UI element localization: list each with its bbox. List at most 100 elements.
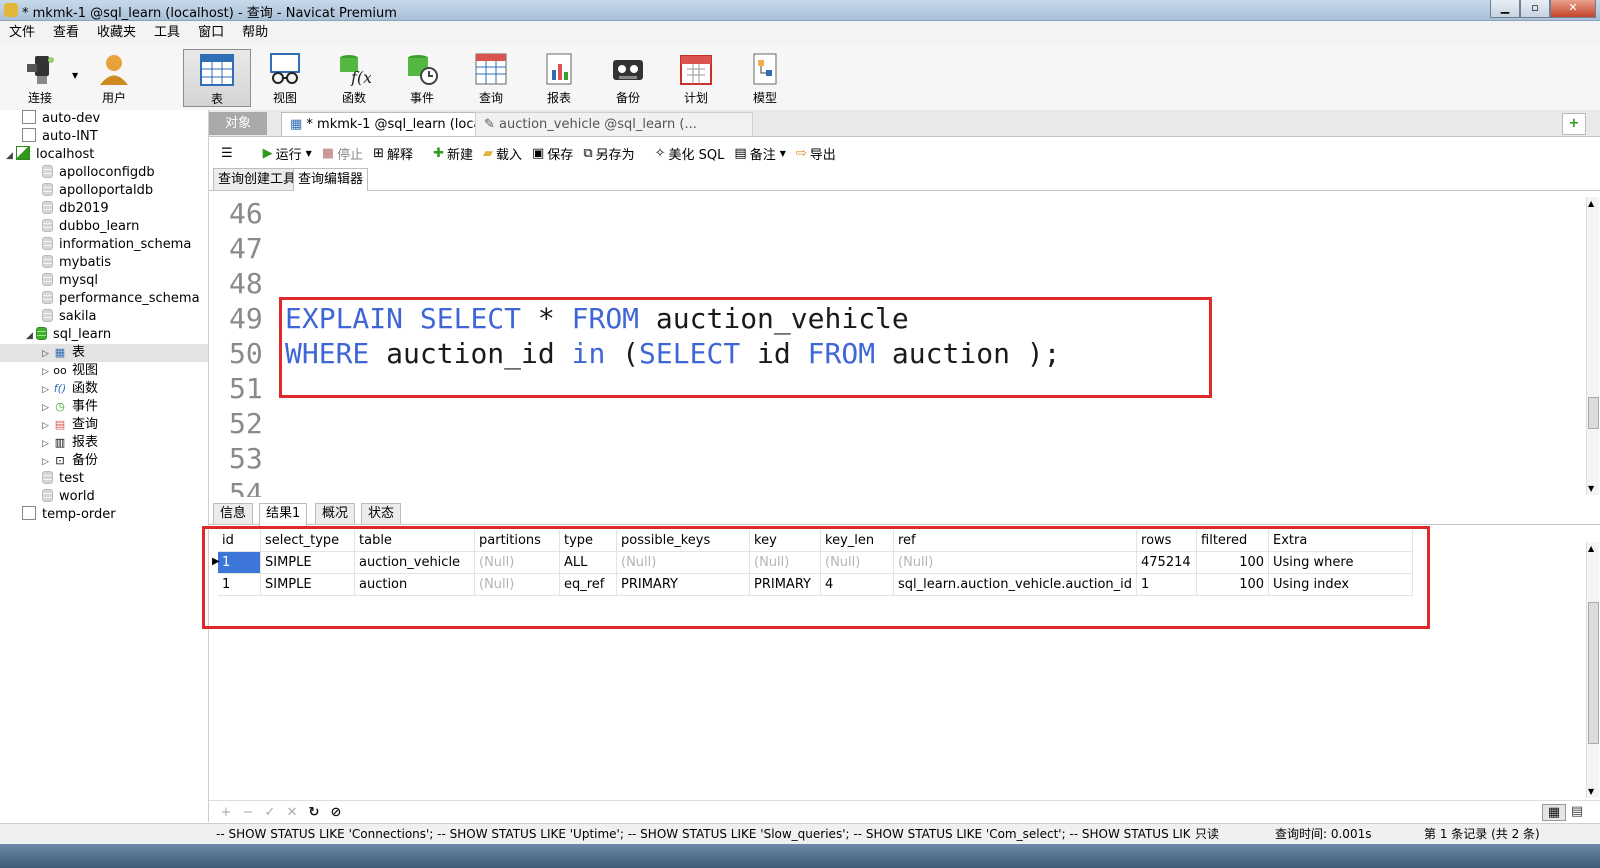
tab-result-1[interactable]: 结果1 — [259, 503, 308, 526]
tree-connection-temp-order[interactable]: temp-order — [22, 506, 116, 524]
grid-cell[interactable]: ALL — [559, 551, 617, 574]
new-tab-add-icon[interactable]: + — [1562, 113, 1586, 135]
tree-db-apolloportaldb[interactable]: apolloportaldb — [42, 182, 153, 200]
beautify-sql-button[interactable]: ✧ 美化 SQL — [655, 144, 725, 163]
tree-db-information-schema[interactable]: information_schema — [42, 236, 191, 254]
grid-cell[interactable]: auction_vehicle — [354, 551, 475, 574]
menu-tools[interactable]: 工具 — [145, 21, 189, 45]
grid-cell[interactable]: SIMPLE — [260, 551, 355, 574]
minimize-button[interactable]: ▁ — [1490, 0, 1520, 18]
editor-vertical-scrollbar[interactable]: ▲ ▼ — [1586, 197, 1599, 495]
grid-cell[interactable]: 100 — [1196, 573, 1270, 596]
toolbar-report-button[interactable]: 报表 — [527, 49, 591, 107]
save-button[interactable]: ▣ 保存 — [532, 144, 573, 163]
tab-status[interactable]: 状态 — [361, 503, 402, 524]
grid-cell[interactable]: 100 — [1196, 551, 1270, 574]
comment-dropdown-icon[interactable]: ▼ — [780, 149, 786, 158]
tree-db-db2019[interactable]: db2019 — [42, 200, 109, 218]
export-button[interactable]: ⇨ 导出 — [796, 144, 836, 163]
delete-record-icon[interactable]: − — [237, 805, 259, 820]
expand-arrow-icon[interactable]: ▷ — [42, 381, 52, 399]
table-row[interactable]: 1 SIMPLE auction (Null) eq_ref PRIMARY P… — [218, 573, 1414, 596]
tree-item-events[interactable]: ▷ ◷ 事件 — [42, 398, 98, 416]
toolbar-function-button[interactable]: f(x) 函数 — [322, 49, 386, 107]
tab-info[interactable]: 信息 — [213, 503, 254, 524]
save-as-button[interactable]: ⧉ 另存为 — [583, 144, 634, 163]
maximize-button[interactable]: ▫ — [1520, 0, 1550, 18]
grid-cell[interactable]: PRIMARY — [749, 573, 821, 596]
run-dropdown-icon[interactable]: ▼ — [306, 149, 312, 158]
explain-button[interactable]: ⊞ 解释 — [373, 144, 413, 163]
run-button[interactable]: ▶ 运行 ▼ — [263, 144, 312, 163]
expand-arrow-icon[interactable]: ▷ — [42, 417, 52, 435]
expand-arrow-icon[interactable]: ◢ — [26, 327, 36, 345]
scroll-down-icon[interactable]: ▼ — [1588, 787, 1594, 796]
column-header-select-type[interactable]: select_type — [260, 530, 355, 552]
discard-changes-icon[interactable]: ✕ — [281, 805, 303, 820]
comment-button[interactable]: ▤ 备注 ▼ — [734, 144, 785, 163]
toolbar-event-button[interactable]: 事件 — [390, 49, 454, 107]
close-button[interactable]: ✕ — [1550, 0, 1596, 18]
table-row[interactable]: 1 SIMPLE auction_vehicle (Null) ALL (Nul… — [218, 551, 1414, 574]
column-header-possible-keys[interactable]: possible_keys — [616, 530, 750, 552]
tree-item-tables[interactable]: ▷ ▦ 表 — [0, 344, 208, 362]
toolbar-user-button[interactable]: 用户 — [82, 49, 146, 107]
tree-connection-localhost[interactable]: ◢ localhost — [6, 146, 94, 164]
toolbar-backup-button[interactable]: 备份 — [596, 49, 660, 107]
expand-arrow-icon[interactable]: ▷ — [42, 399, 52, 417]
expand-arrow-icon[interactable]: ▷ — [42, 363, 52, 381]
column-header-table[interactable]: table — [354, 530, 475, 552]
tab-objects[interactable]: 对象 — [209, 112, 267, 135]
tree-connection-auto-dev[interactable]: auto-dev — [22, 110, 100, 128]
add-record-icon[interactable]: + — [215, 805, 237, 820]
grid-cell[interactable]: 475214 — [1136, 551, 1198, 574]
tree-item-reports[interactable]: ▷ ▥ 报表 — [42, 434, 98, 452]
grid-cell[interactable]: (Null) — [616, 551, 750, 574]
grid-cell[interactable]: Using where — [1268, 551, 1414, 574]
form-view-icon[interactable]: ▤ — [1566, 804, 1588, 821]
tree-item-functions[interactable]: ▷ f() 函数 — [42, 380, 98, 398]
toolbar-schedule-button[interactable]: 计划 — [664, 49, 728, 107]
menu-help[interactable]: 帮助 — [233, 21, 277, 45]
grid-cell[interactable]: PRIMARY — [616, 573, 750, 596]
tree-db-world[interactable]: world — [42, 488, 95, 506]
column-header-partitions[interactable]: partitions — [474, 530, 560, 552]
tree-connection-auto-int[interactable]: auto-INT — [22, 128, 98, 146]
tree-db-sakila[interactable]: sakila — [42, 308, 96, 326]
scrollbar-thumb[interactable] — [1588, 397, 1599, 429]
tab-design-auction-vehicle[interactable]: ✎ auction_vehicle @sql_learn (... — [475, 112, 753, 136]
tree-item-views[interactable]: ▷ oo 视图 — [42, 362, 98, 380]
tab-query-builder[interactable]: 查询创建工具 — [213, 168, 302, 190]
tree-item-queries[interactable]: ▷ ▤ 查询 — [42, 416, 98, 434]
new-button[interactable]: ✚ 新建 — [433, 144, 473, 163]
toolbar-connection-button[interactable]: 连接 — [8, 49, 72, 107]
expand-arrow-icon[interactable]: ▷ — [42, 435, 52, 453]
menu-view[interactable]: 查看 — [44, 21, 88, 45]
toolbar-model-button[interactable]: 模型 — [733, 49, 797, 107]
tree-db-performance-schema[interactable]: performance_schema — [42, 290, 200, 308]
stop-loading-icon[interactable]: ⊘ — [325, 805, 347, 820]
scroll-up-icon[interactable]: ▲ — [1588, 199, 1594, 208]
grid-cell[interactable]: SIMPLE — [260, 573, 355, 596]
scroll-up-icon[interactable]: ▲ — [1588, 544, 1594, 553]
grid-cell[interactable]: sql_learn.auction_vehicle.auction_id — [893, 573, 1138, 596]
tab-query-mkmk-1[interactable]: ▦ * mkmk-1 @sql_learn (local... — [281, 112, 489, 136]
grid-cell[interactable]: (Null) — [474, 551, 560, 574]
menu-window[interactable]: 窗口 — [189, 21, 233, 45]
load-button[interactable]: ▰ 载入 — [483, 144, 522, 163]
tab-profile[interactable]: 概况 — [315, 503, 356, 524]
grid-cell[interactable]: (Null) — [474, 573, 560, 596]
column-header-type[interactable]: type — [559, 530, 617, 552]
stop-button[interactable]: ■ 停止 — [322, 144, 363, 163]
expand-arrow-icon[interactable]: ▷ — [42, 345, 52, 363]
tree-db-dubbo-learn[interactable]: dubbo_learn — [42, 218, 139, 236]
hamburger-menu-icon[interactable]: ☰ — [221, 146, 233, 161]
tree-db-mysql[interactable]: mysql — [42, 272, 98, 290]
column-header-rows[interactable]: rows — [1136, 530, 1198, 552]
scroll-down-icon[interactable]: ▼ — [1588, 484, 1594, 493]
grid-cell[interactable]: eq_ref — [559, 573, 617, 596]
explain-result-grid[interactable]: id select_type table partitions type pos… — [218, 530, 1414, 596]
tab-query-editor[interactable]: 查询编辑器 — [293, 168, 369, 192]
tree-item-backups[interactable]: ▷ ⊡ 备份 — [42, 452, 98, 470]
grid-cell[interactable]: 1 — [1136, 573, 1198, 596]
